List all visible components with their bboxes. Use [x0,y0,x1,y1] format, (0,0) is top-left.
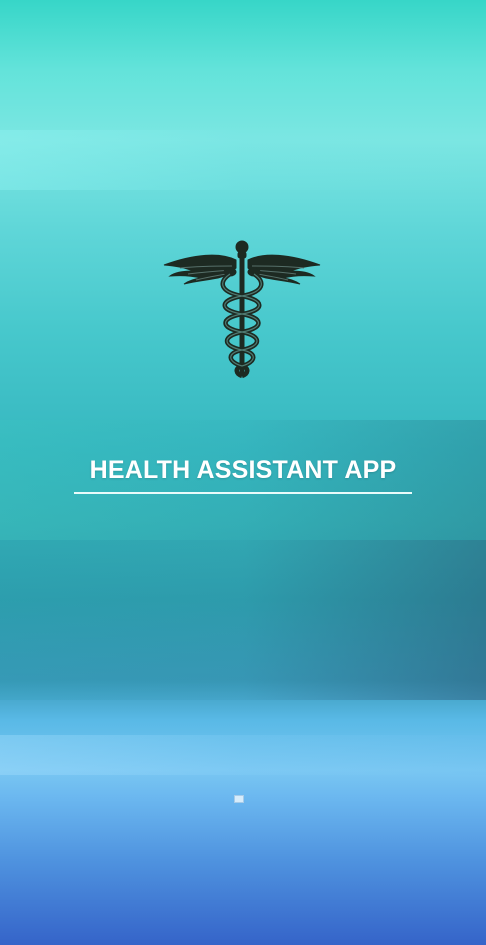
caduceus-icon [163,240,321,379]
background-streak [0,540,486,700]
app-title: HEALTH ASSISTANT APP [89,456,397,484]
loading-indicator [234,795,244,803]
background-streak [0,130,486,190]
splash-screen: HEALTH ASSISTANT APP [0,0,486,945]
background-streak [0,735,486,775]
title-underline [74,492,412,494]
